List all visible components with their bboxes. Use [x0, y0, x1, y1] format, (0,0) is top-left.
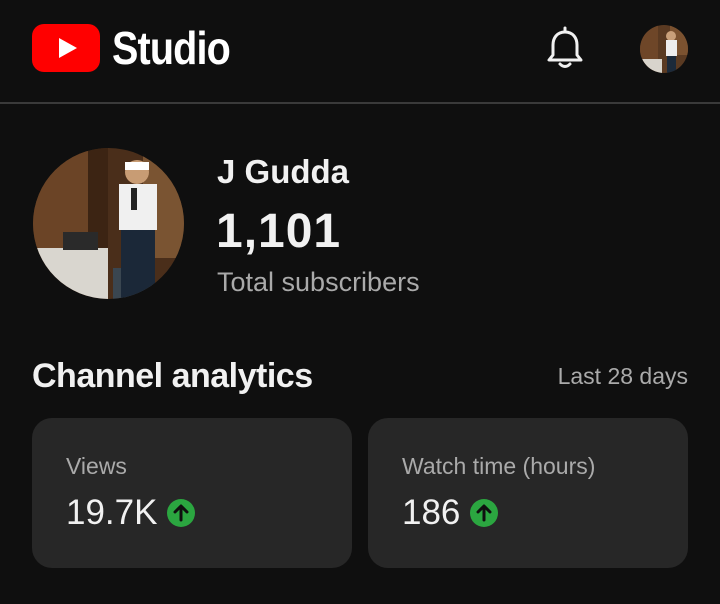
arrow-up-icon	[470, 499, 499, 527]
studio-logo[interactable]: Studio	[32, 24, 249, 72]
card-value: 186	[402, 493, 461, 532]
card-value: 19.7K	[66, 493, 158, 532]
analytics-title: Channel analytics	[32, 357, 313, 395]
channel-name: J Gudda	[217, 153, 350, 190]
period-label: Last 28 days	[557, 363, 688, 389]
subscriber-count: 1,101	[216, 205, 342, 258]
watch-time-card[interactable]: Watch time (hours) 186	[368, 418, 688, 568]
arrow-up-icon	[167, 499, 196, 527]
card-label: Views	[66, 453, 127, 479]
card-label: Watch time (hours)	[402, 453, 596, 479]
account-avatar[interactable]	[640, 25, 688, 73]
channel-avatar[interactable]	[33, 148, 184, 299]
subscriber-label: Total subscribers	[217, 267, 420, 297]
card-value-row: 19.7K	[66, 493, 196, 533]
views-card[interactable]: Views 19.7K	[32, 418, 352, 568]
bell-icon[interactable]	[545, 26, 585, 70]
youtube-logo-icon	[32, 24, 100, 72]
card-value-row: 186	[402, 493, 499, 533]
app-header: Studio	[0, 0, 720, 104]
studio-wordmark: Studio	[112, 22, 231, 74]
